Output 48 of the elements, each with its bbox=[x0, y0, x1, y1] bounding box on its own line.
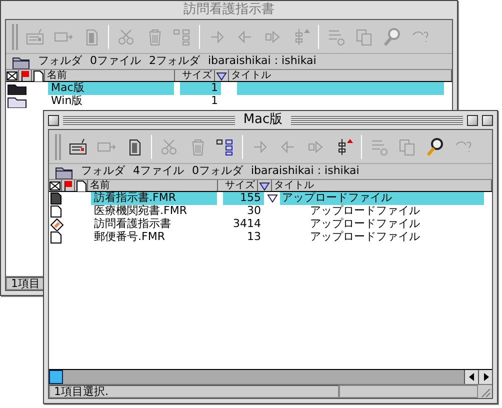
file-name[interactable]: 郵便番号.FMR bbox=[91, 231, 217, 244]
column-header[interactable]: サイズ bbox=[218, 180, 258, 191]
file-title: アップロードファイル bbox=[309, 231, 421, 244]
column-header[interactable]: タイトル bbox=[272, 180, 492, 191]
window-title: Mac版 bbox=[242, 112, 284, 128]
count-text: 2フォルダ bbox=[149, 55, 200, 68]
collapse-box[interactable] bbox=[482, 114, 493, 126]
column-header[interactable]: タイトル bbox=[229, 70, 452, 81]
file-size: 155 bbox=[223, 192, 264, 205]
file-size: 1 bbox=[180, 82, 221, 95]
column-header[interactable]: 名前 bbox=[45, 70, 175, 81]
file-title: アップロードファイル bbox=[280, 192, 484, 205]
horizontal-scrollbar[interactable] bbox=[49, 369, 492, 384]
count-text: 4ファイル bbox=[133, 165, 184, 178]
file-name[interactable]: 医療機関宛書.FMR bbox=[91, 205, 217, 218]
file-size: 13 bbox=[246, 231, 262, 244]
folder-label: フォルダ bbox=[38, 55, 82, 68]
file-name[interactable]: Win版 bbox=[48, 95, 174, 108]
sort-triangle-icon[interactable] bbox=[259, 180, 270, 190]
folder-label: フォルダ bbox=[81, 165, 125, 178]
scroll-left-icon[interactable] bbox=[468, 373, 474, 381]
file-size: 3414 bbox=[232, 218, 262, 231]
flag-icon bbox=[62, 180, 74, 192]
toolbar-grip[interactable] bbox=[55, 134, 61, 160]
path-text: ibaraishikai : ishikai bbox=[251, 165, 360, 178]
file-size: 30 bbox=[246, 205, 262, 218]
file-title: アップロードファイル bbox=[309, 218, 421, 230]
document-icon bbox=[50, 192, 62, 205]
path-text: ibaraishikai : ishikai bbox=[208, 55, 316, 68]
column-header[interactable]: サイズ bbox=[175, 70, 215, 81]
file-title: アップロードファイル bbox=[309, 205, 421, 218]
zoom-box[interactable] bbox=[467, 114, 478, 126]
flag-icon bbox=[19, 70, 31, 82]
file-size: 1 bbox=[210, 95, 219, 108]
folder-icon bbox=[7, 96, 27, 108]
count-text: 0フォルダ bbox=[192, 165, 243, 178]
file-name[interactable]: 訪問看護指示書 bbox=[91, 218, 217, 231]
count-text: 0ファイル bbox=[90, 55, 141, 68]
file-name[interactable]: Mac版 bbox=[48, 82, 174, 95]
scroll-right-icon[interactable] bbox=[482, 373, 488, 381]
column-header[interactable]: 名前 bbox=[88, 180, 218, 191]
sort-triangle-icon[interactable] bbox=[216, 70, 227, 80]
status-text: 1項目選択. bbox=[49, 385, 339, 398]
scroll-thumb[interactable] bbox=[49, 370, 63, 384]
close-box[interactable] bbox=[48, 114, 59, 126]
window-title: 訪問看護指示書 bbox=[182, 2, 276, 18]
file-name[interactable]: 訪看指示書.FMR bbox=[91, 192, 217, 205]
toolbar-grip[interactable] bbox=[12, 24, 18, 50]
